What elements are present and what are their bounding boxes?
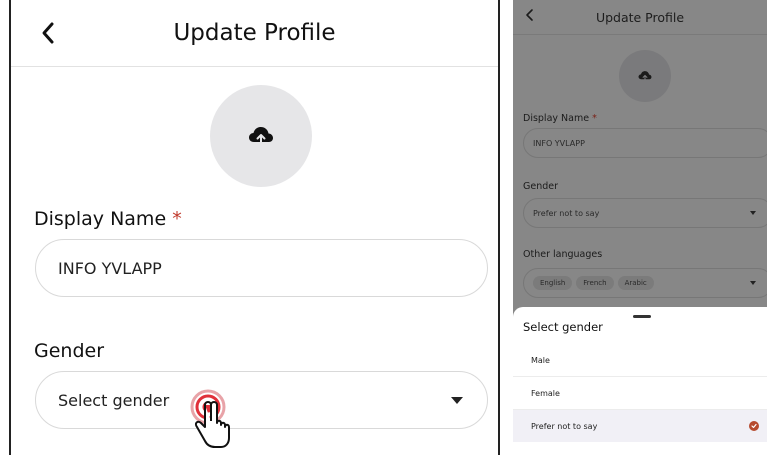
sheet-drag-handle[interactable] [633, 315, 651, 318]
page-title: Update Profile [173, 20, 336, 46]
language-chips: English French Arabic [533, 276, 654, 290]
gender-label: Gender [34, 340, 105, 362]
display-name-value: INFO YVLAPP [533, 138, 585, 148]
avatar-upload-button[interactable] [210, 85, 312, 187]
page-title-dimmed: Update Profile [595, 10, 685, 25]
gender-select[interactable]: Select gender [35, 371, 488, 429]
avatar-upload-button-dimmed[interactable] [619, 50, 671, 102]
caret-down-icon [750, 211, 756, 215]
option-label: Prefer not to say [531, 421, 598, 431]
check-circle-icon [749, 421, 759, 431]
language-chip: English [533, 276, 573, 290]
gender-value: Prefer not to say [533, 208, 600, 218]
languages-label: Other languages [523, 249, 603, 260]
gender-label-dimmed: Gender [523, 181, 559, 192]
option-label: Female [531, 389, 560, 398]
gender-placeholder: Select gender [58, 390, 170, 410]
gender-select-dimmed[interactable]: Prefer not to say [523, 198, 767, 228]
display-name-input-dimmed[interactable]: INFO YVLAPP [523, 128, 767, 158]
display-name-label-text: Display Name [523, 113, 590, 124]
display-name-label-text: Display Name [34, 208, 167, 230]
required-asterisk: * [592, 113, 597, 124]
gender-option-male[interactable]: Male [513, 345, 767, 377]
caret-down-icon [750, 281, 756, 285]
caret-down-icon [451, 397, 463, 404]
language-chip: French [576, 276, 614, 290]
profile-screen-left: Update Profile Display Name * INFO YVLAP… [9, 0, 500, 455]
gender-option-female[interactable]: Female [513, 378, 767, 410]
option-label: Male [531, 356, 550, 365]
profile-screen-right: Update Profile Display Name * INFO YVLAP… [513, 0, 767, 455]
required-asterisk: * [172, 208, 182, 230]
display-name-input[interactable]: INFO YVLAPP [35, 239, 488, 297]
sheet-title: Select gender [523, 320, 603, 334]
cloud-upload-icon [638, 71, 652, 82]
language-chip: Arabic [617, 276, 654, 290]
cloud-upload-icon [249, 127, 273, 146]
gender-bottom-sheet: Select gender Male Female Prefer not to … [513, 307, 767, 455]
languages-select[interactable]: English French Arabic [523, 268, 767, 298]
gender-option-prefer-not-to-say[interactable]: Prefer not to say [513, 410, 767, 442]
tap-hand-icon [190, 389, 230, 448]
display-name-label: Display Name * [34, 208, 182, 230]
display-name-value: INFO YVLAPP [58, 258, 162, 278]
display-name-label-dimmed: Display Name * [523, 113, 597, 124]
app-header: Update Profile [11, 0, 498, 67]
check-mark [751, 423, 757, 429]
app-header-dimmed: Update Profile [513, 0, 767, 35]
